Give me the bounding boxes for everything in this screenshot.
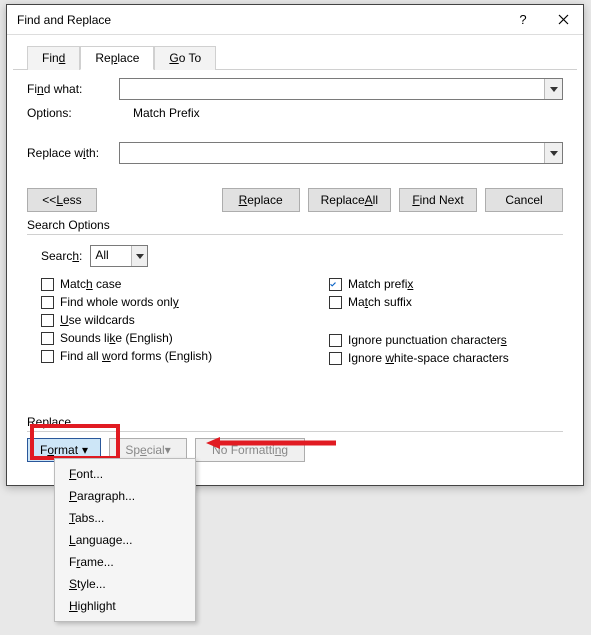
tab-find[interactable]: Find [27,46,80,70]
menu-language[interactable]: Language... [55,529,195,551]
chevron-down-icon [550,151,558,156]
replace-with-label: Replace with: [27,146,113,160]
titlebar: Find and Replace ? [7,5,583,35]
search-options-header: Search Options [27,218,563,235]
chevron-down-icon [550,87,558,92]
checkbox-icon [329,352,342,365]
replace-with-input[interactable] [120,143,544,163]
check-ignore-ws[interactable]: Ignore white-space characters [329,351,549,365]
no-formatting-button[interactable]: No Formatting [195,438,305,462]
replace-button[interactable]: Replace [222,188,300,212]
close-icon [558,14,569,25]
checkbox-icon [329,296,342,309]
search-direction-combo[interactable]: All [90,245,148,267]
less-button[interactable]: << Less [27,188,97,212]
caret-down-icon: ▾ [165,443,171,457]
options-value: Match Prefix [133,106,200,120]
check-whole-words[interactable]: Find whole words only [41,295,329,309]
menu-frame[interactable]: Frame... [55,551,195,573]
check-match-suffix[interactable]: Match suffix [329,295,549,309]
caret-down-icon: ▾ [82,443,88,457]
tab-replace[interactable]: Replace [80,46,154,70]
find-next-button[interactable]: Find Next [399,188,477,212]
search-direction-dropdown[interactable] [131,246,147,266]
cancel-button[interactable]: Cancel [485,188,563,212]
check-sounds-like[interactable]: Sounds like (English) [41,331,329,345]
help-button[interactable]: ? [503,5,543,35]
search-direction-value: All [91,246,131,266]
search-direction-label: Search: [41,249,82,263]
replace-with-combo[interactable] [119,142,563,164]
tabstrip: Find Replace Go To [7,35,583,69]
action-buttons: << Less Replace Replace All Find Next Ca… [27,188,563,212]
check-word-forms[interactable]: Find all word forms (English) [41,349,329,363]
find-what-dropdown[interactable] [544,79,562,99]
check-match-case[interactable]: Match case [41,277,329,291]
checks-right-col: Match prefix Match suffix Ignore punctua… [329,277,549,365]
check-wildcards[interactable]: Use wildcards [41,313,329,327]
checkbox-icon [41,350,54,363]
checkbox-icon [41,296,54,309]
find-what-combo[interactable] [119,78,563,100]
find-what-label: Find what: [27,82,113,96]
dialog-body: Find what: Options: Match Prefix Replace… [13,69,577,470]
menu-paragraph[interactable]: Paragraph... [55,485,195,507]
checkbox-icon [41,278,54,291]
options-label: Options: [27,106,113,120]
check-match-prefix[interactable]: Match prefix [329,277,549,291]
replace-all-button[interactable]: Replace All [308,188,391,212]
format-dropdown-menu: Font... Paragraph... Tabs... Language...… [54,458,196,622]
close-button[interactable] [543,5,583,35]
checkbox-icon [41,314,54,327]
menu-style[interactable]: Style... [55,573,195,595]
tab-goto[interactable]: Go To [154,46,216,70]
menu-highlight[interactable]: Highlight [55,595,195,617]
checkbox-checked-icon [329,278,342,291]
dialog-title: Find and Replace [17,13,503,27]
chevron-down-icon [136,254,144,259]
find-replace-dialog: Find and Replace ? Find Replace Go To Fi… [6,4,584,486]
check-ignore-punct[interactable]: Ignore punctuation characters [329,333,549,347]
menu-tabs[interactable]: Tabs... [55,507,195,529]
find-what-input[interactable] [120,79,544,99]
checkbox-icon [329,334,342,347]
checks-left-col: Match case Find whole words only Use wil… [41,277,329,365]
checkbox-area: Match case Find whole words only Use wil… [41,277,549,365]
checkbox-icon [41,332,54,345]
replace-format-header: Replace [27,415,563,432]
replace-with-dropdown[interactable] [544,143,562,163]
menu-font[interactable]: Font... [55,463,195,485]
